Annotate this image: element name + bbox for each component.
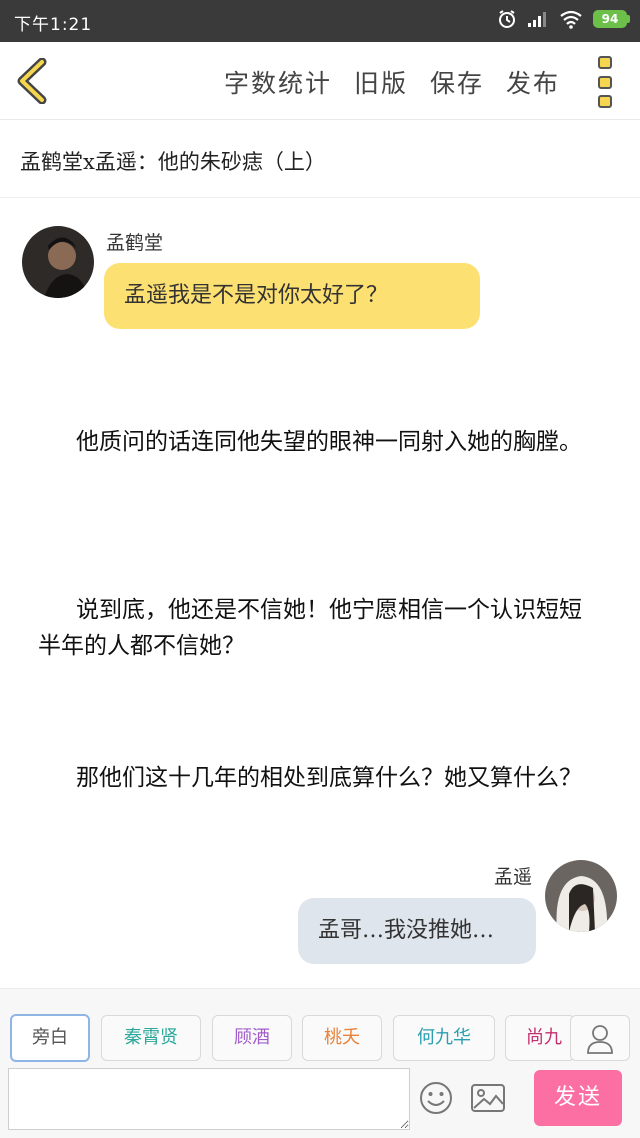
avatar-left[interactable] [22, 226, 94, 298]
message-bubble-right[interactable]: 孟哥…我没推她… [298, 898, 536, 964]
sender-name-right: 孟遥 [494, 866, 533, 888]
narration-2[interactable]: 说到底，他还是不信她！他宁愿相信一个认识短短半年的人都不信她？ [38, 592, 600, 664]
chevron-left-icon [17, 57, 47, 105]
character-selector: 旁白 秦霄贤 顾酒 桃夭 何九华 尚九 [0, 988, 640, 1062]
emoji-button[interactable] [418, 1080, 454, 1116]
character-chip-label: 顾酒 [234, 1027, 270, 1048]
signal-icon [527, 10, 549, 28]
avatar-right[interactable] [545, 860, 617, 932]
word-count-button[interactable]: 字数统计 [224, 64, 332, 100]
narration-3[interactable]: 那他们这十几年的相处到底算什么？她又算什么？ [38, 760, 600, 796]
character-chip-label: 秦霄贤 [124, 1027, 178, 1048]
image-icon [471, 1084, 505, 1112]
message-bubble-left[interactable]: 孟遥我是不是对你太好了？ [104, 263, 480, 329]
emoji-icon [420, 1082, 452, 1114]
old-version-button[interactable]: 旧版 [354, 64, 408, 100]
wifi-icon [559, 9, 583, 29]
more-dot [598, 95, 612, 108]
publish-button[interactable]: 发布 [506, 64, 560, 100]
editor-toolbar: 字数统计 旧版 保存 发布 [0, 42, 640, 120]
save-button[interactable]: 保存 [430, 64, 484, 100]
more-dot [598, 75, 612, 89]
character-chip-hejiuhua[interactable]: 何九华 [393, 1015, 495, 1061]
character-chip-narrator[interactable]: 旁白 [10, 1014, 90, 1062]
add-character-button[interactable] [570, 1015, 630, 1061]
character-chip-gujiu[interactable]: 顾酒 [212, 1015, 292, 1061]
narration-1[interactable]: 他质问的话连同他失望的眼神一同射入她的胸膛。 [38, 424, 600, 460]
more-vertical-icon[interactable] [598, 56, 612, 108]
story-title-bar[interactable]: 孟鹤堂x孟遥：他的朱砂痣（上） [0, 120, 640, 198]
sender-name-left: 孟鹤堂 [106, 232, 164, 254]
status-time: 下午1:21 [14, 15, 93, 35]
character-chip-qinxiaoxian[interactable]: 秦霄贤 [101, 1015, 201, 1061]
status-bar: 下午1:21 94 [0, 0, 640, 42]
message-input[interactable] [8, 1068, 410, 1130]
character-chip-taoyao[interactable]: 桃夭 [302, 1015, 382, 1061]
battery-level: 94 [593, 10, 627, 28]
battery-tip [627, 15, 630, 23]
character-chip-shangjiu[interactable]: 尚九 [505, 1015, 575, 1061]
user-icon [587, 1025, 613, 1054]
battery-icon: 94 [593, 10, 630, 28]
image-button[interactable] [470, 1082, 506, 1114]
character-chip-label: 尚九 [526, 1027, 562, 1048]
status-icons: 94 [497, 9, 630, 29]
character-chip-label: 何九华 [417, 1027, 471, 1048]
back-button[interactable] [14, 57, 54, 105]
alarm-icon [497, 9, 517, 29]
toolbar-actions: 字数统计 旧版 保存 发布 [224, 64, 560, 100]
story-title: 孟鹤堂x孟遥：他的朱砂痣（上） [20, 150, 326, 174]
send-button[interactable]: 发送 [534, 1070, 622, 1126]
input-bar: 发送 [0, 1062, 640, 1138]
character-chip-label: 桃夭 [324, 1027, 360, 1048]
more-dot [598, 56, 612, 69]
character-chip-label: 旁白 [32, 1027, 68, 1048]
